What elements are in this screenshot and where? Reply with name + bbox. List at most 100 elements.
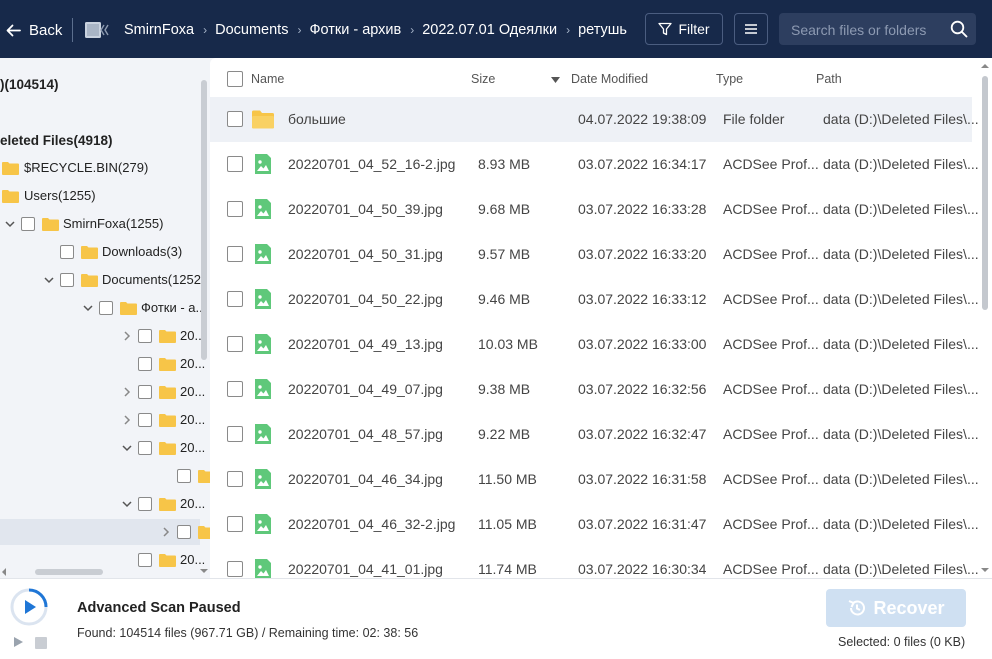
row-type: ACDSee Prof... <box>723 471 819 487</box>
table-row[interactable]: 20220701_04_50_22.jpg 9.46 MB 03.07.2022… <box>210 277 979 322</box>
column-size[interactable]: Size <box>471 72 495 86</box>
tree-checkbox[interactable] <box>99 301 113 315</box>
breadcrumb-item[interactable]: Documents <box>215 22 288 38</box>
row-checkbox[interactable] <box>227 471 243 487</box>
search-icon[interactable] <box>950 20 968 38</box>
row-name: 20220701_04_41_01.jpg <box>288 561 443 577</box>
table-row[interactable]: 20220701_04_41_01.jpg 11.74 MB 03.07.202… <box>210 547 979 578</box>
drive-icon[interactable] <box>84 21 110 39</box>
tree-item[interactable]: 20... <box>0 435 205 461</box>
row-checkbox[interactable] <box>227 336 243 352</box>
table-row[interactable]: 20220701_04_48_57.jpg 9.22 MB 03.07.2022… <box>210 412 979 457</box>
row-checkbox[interactable] <box>227 111 243 127</box>
tree-item[interactable]: 20... <box>0 323 205 349</box>
tree-deleted-files[interactable]: eleted Files(4918) <box>0 127 200 153</box>
tree-item[interactable]: 20... <box>0 351 205 377</box>
chevron-right-icon[interactable] <box>121 414 133 426</box>
filter-button[interactable]: Filter <box>645 13 723 45</box>
tree-item-label: Downloads(3) <box>102 244 183 259</box>
chevron-down-icon[interactable] <box>43 274 55 286</box>
tree-item[interactable] <box>0 463 210 489</box>
chevron-right-icon[interactable] <box>121 330 133 342</box>
list-view-icon <box>745 24 757 34</box>
row-checkbox[interactable] <box>227 201 243 217</box>
tree-vertical-scrollbar[interactable] <box>201 80 207 360</box>
table-row[interactable]: 20220701_04_49_07.jpg 9.38 MB 03.07.2022… <box>210 367 979 412</box>
tree-horizontal-scrollbar[interactable] <box>35 569 103 575</box>
image-file-icon <box>255 559 271 578</box>
tree-checkbox[interactable] <box>138 497 152 511</box>
tree-checkbox[interactable] <box>138 553 152 567</box>
chevron-down-icon[interactable] <box>82 302 94 314</box>
column-path[interactable]: Path <box>816 72 842 86</box>
column-date-modified[interactable]: Date Modified <box>571 72 648 86</box>
tree-item-selected[interactable] <box>0 519 210 545</box>
row-checkbox[interactable] <box>227 291 243 307</box>
column-name[interactable]: Name <box>251 72 284 86</box>
image-file-icon <box>255 334 271 354</box>
table-row[interactable]: большие 04.07.2022 19:38:09 File folder … <box>210 97 979 142</box>
recover-button[interactable]: Recover <box>826 589 966 627</box>
scroll-up-icon[interactable] <box>980 62 990 70</box>
table-row[interactable]: 20220701_04_49_13.jpg 10.03 MB 03.07.202… <box>210 322 979 367</box>
tree-checkbox[interactable] <box>177 469 191 483</box>
row-size: 11.50 MB <box>478 471 537 487</box>
row-checkbox[interactable] <box>227 246 243 262</box>
row-name: большие <box>288 111 346 127</box>
tree-checkbox[interactable] <box>60 245 74 259</box>
stop-icon[interactable] <box>35 637 47 649</box>
chevron-down-icon[interactable] <box>4 218 16 230</box>
tree-checkbox[interactable] <box>177 525 191 539</box>
tree-checkbox[interactable] <box>138 413 152 427</box>
file-list-scrollbar[interactable] <box>982 76 988 310</box>
tree-item[interactable]: 20... <box>0 407 205 433</box>
table-row[interactable]: 20220701_04_50_31.jpg 9.57 MB 03.07.2022… <box>210 232 979 277</box>
search-input[interactable] <box>789 13 943 47</box>
row-checkbox[interactable] <box>227 561 243 577</box>
chevron-down-icon[interactable] <box>121 498 133 510</box>
chevron-right-icon[interactable] <box>121 386 133 398</box>
tree-checkbox[interactable] <box>21 217 35 231</box>
tree-checkbox[interactable] <box>138 385 152 399</box>
chevron-down-icon[interactable] <box>121 442 133 454</box>
tree-checkbox[interactable] <box>138 329 152 343</box>
breadcrumb: SmirnFoxa › Documents › Фотки - архив › … <box>124 20 627 40</box>
tree-item[interactable]: 20... <box>0 379 205 405</box>
scan-progress-play-icon[interactable] <box>9 587 49 627</box>
breadcrumb-item[interactable]: 2022.07.01 Одеялки <box>422 22 557 38</box>
tree-item[interactable]: $RECYCLE.BIN(279) <box>0 155 200 181</box>
breadcrumb-item[interactable]: ретушь <box>578 22 627 38</box>
tree-item[interactable]: 20... <box>0 491 205 517</box>
breadcrumb-item[interactable]: SmirnFoxa <box>124 22 194 38</box>
table-row[interactable]: 20220701_04_50_39.jpg 9.68 MB 03.07.2022… <box>210 187 979 232</box>
tree-item[interactable]: Users(1255) <box>0 183 200 209</box>
select-all-checkbox[interactable] <box>227 71 243 87</box>
tree-checkbox[interactable] <box>60 273 74 287</box>
sort-desc-icon[interactable] <box>551 77 560 83</box>
tree-checkbox[interactable] <box>138 441 152 455</box>
breadcrumb-item[interactable]: Фотки - архив <box>309 22 401 38</box>
tree-checkbox[interactable] <box>138 357 152 371</box>
row-checkbox[interactable] <box>227 426 243 442</box>
scroll-left-icon[interactable] <box>0 567 8 577</box>
row-name: 20220701_04_46_32-2.jpg <box>288 516 456 532</box>
table-row[interactable]: 20220701_04_46_32-2.jpg 11.05 MB 03.07.2… <box>210 502 979 547</box>
back-button[interactable]: Back <box>6 20 62 40</box>
tree-root[interactable]: )(104514) <box>0 71 200 97</box>
row-checkbox[interactable] <box>227 381 243 397</box>
row-checkbox[interactable] <box>227 516 243 532</box>
row-checkbox[interactable] <box>227 156 243 172</box>
scroll-down-icon[interactable] <box>199 567 209 575</box>
view-menu-button[interactable] <box>734 13 768 45</box>
scroll-down-icon[interactable] <box>980 566 990 574</box>
tree-item[interactable]: Downloads(3) <box>0 239 200 265</box>
tree-item[interactable]: Фотки - а... <box>0 295 206 321</box>
chevron-right-icon[interactable] <box>160 526 172 538</box>
tree-item[interactable]: SmirnFoxa(1255) <box>0 211 200 237</box>
column-type[interactable]: Type <box>716 72 743 86</box>
table-row[interactable]: 20220701_04_46_34.jpg 11.50 MB 03.07.202… <box>210 457 979 502</box>
row-path: data (D:)\Deleted Files\... <box>823 291 979 307</box>
table-row[interactable]: 20220701_04_52_16-2.jpg 8.93 MB 03.07.20… <box>210 142 979 187</box>
tree-item[interactable]: Documents(1252 <box>0 267 201 293</box>
resume-icon[interactable] <box>12 636 24 648</box>
